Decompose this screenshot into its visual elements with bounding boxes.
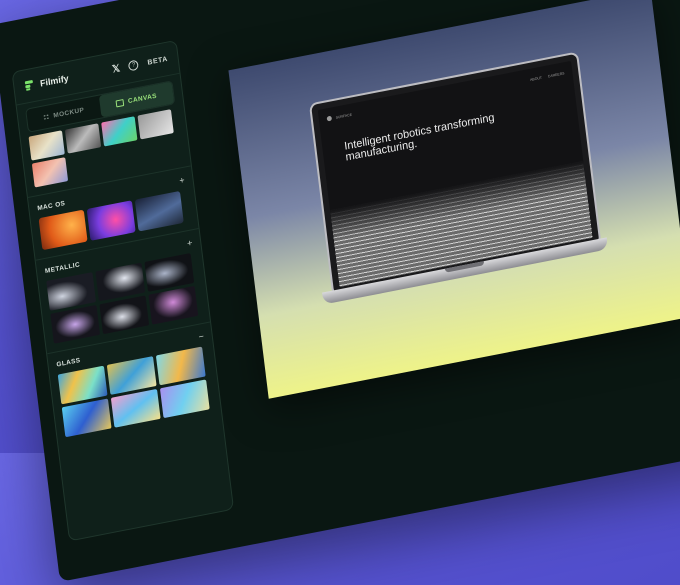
gradient-thumb[interactable] <box>64 123 102 154</box>
brand-name: Filmify <box>39 73 70 89</box>
sidebar: Filmify 𝕏 ? BETA MOCKUP CANVAS MAC OS + … <box>11 39 235 542</box>
glass-thumb[interactable] <box>61 398 112 438</box>
grid-icon <box>43 113 50 121</box>
gradient-thumb[interactable] <box>101 116 138 147</box>
metallic-thumb[interactable] <box>99 295 150 335</box>
screen-brand: SURFACE <box>335 112 353 120</box>
laptop-lid: SURFACE ABOUT CAREERS Intelligent roboti… <box>308 51 602 297</box>
scene: Filmify 𝕏 ? BETA MOCKUP CANVAS MAC OS + … <box>0 0 680 582</box>
gradient-thumb[interactable] <box>31 157 69 188</box>
section-title: METALLIC <box>44 260 81 275</box>
metallic-thumb[interactable] <box>50 304 101 344</box>
beta-badge: BETA <box>147 55 169 67</box>
screen-logo-icon <box>326 115 333 122</box>
gradient-thumb[interactable] <box>137 109 174 140</box>
app-window: Filmify 𝕏 ? BETA MOCKUP CANVAS MAC OS + … <box>0 0 680 582</box>
glass-thumb[interactable] <box>159 379 210 419</box>
screen-headline: Intelligent robotics transforming manufa… <box>343 111 496 164</box>
screen-nav: SURFACE ABOUT CAREERS <box>326 70 565 122</box>
section-title: GLASS <box>56 356 81 369</box>
filmify-logo-icon <box>24 79 35 93</box>
screen-link: ABOUT <box>529 75 543 82</box>
screen-link: CAREERS <box>547 70 565 79</box>
x-icon[interactable]: 𝕏 <box>111 63 120 75</box>
metallic-thumb[interactable] <box>148 285 199 325</box>
tab-mockup-label: MOCKUP <box>52 106 85 120</box>
section-title: MAC OS <box>36 199 66 212</box>
preview-canvas[interactable]: SURFACE ABOUT CAREERS Intelligent roboti… <box>228 0 680 399</box>
glass-thumb[interactable] <box>110 388 161 428</box>
collapse-icon[interactable]: − <box>198 331 204 342</box>
tab-canvas-label: CANVAS <box>127 92 158 105</box>
help-icon[interactable]: ? <box>128 59 140 72</box>
gradient-thumb[interactable] <box>28 130 65 161</box>
laptop-mockup: SURFACE ABOUT CAREERS Intelligent roboti… <box>299 50 609 310</box>
add-icon[interactable]: + <box>186 238 192 249</box>
add-icon[interactable]: + <box>179 175 185 186</box>
background-list[interactable]: MAC OS + METALLIC + GLASS − <box>21 107 233 541</box>
image-icon <box>115 98 125 107</box>
